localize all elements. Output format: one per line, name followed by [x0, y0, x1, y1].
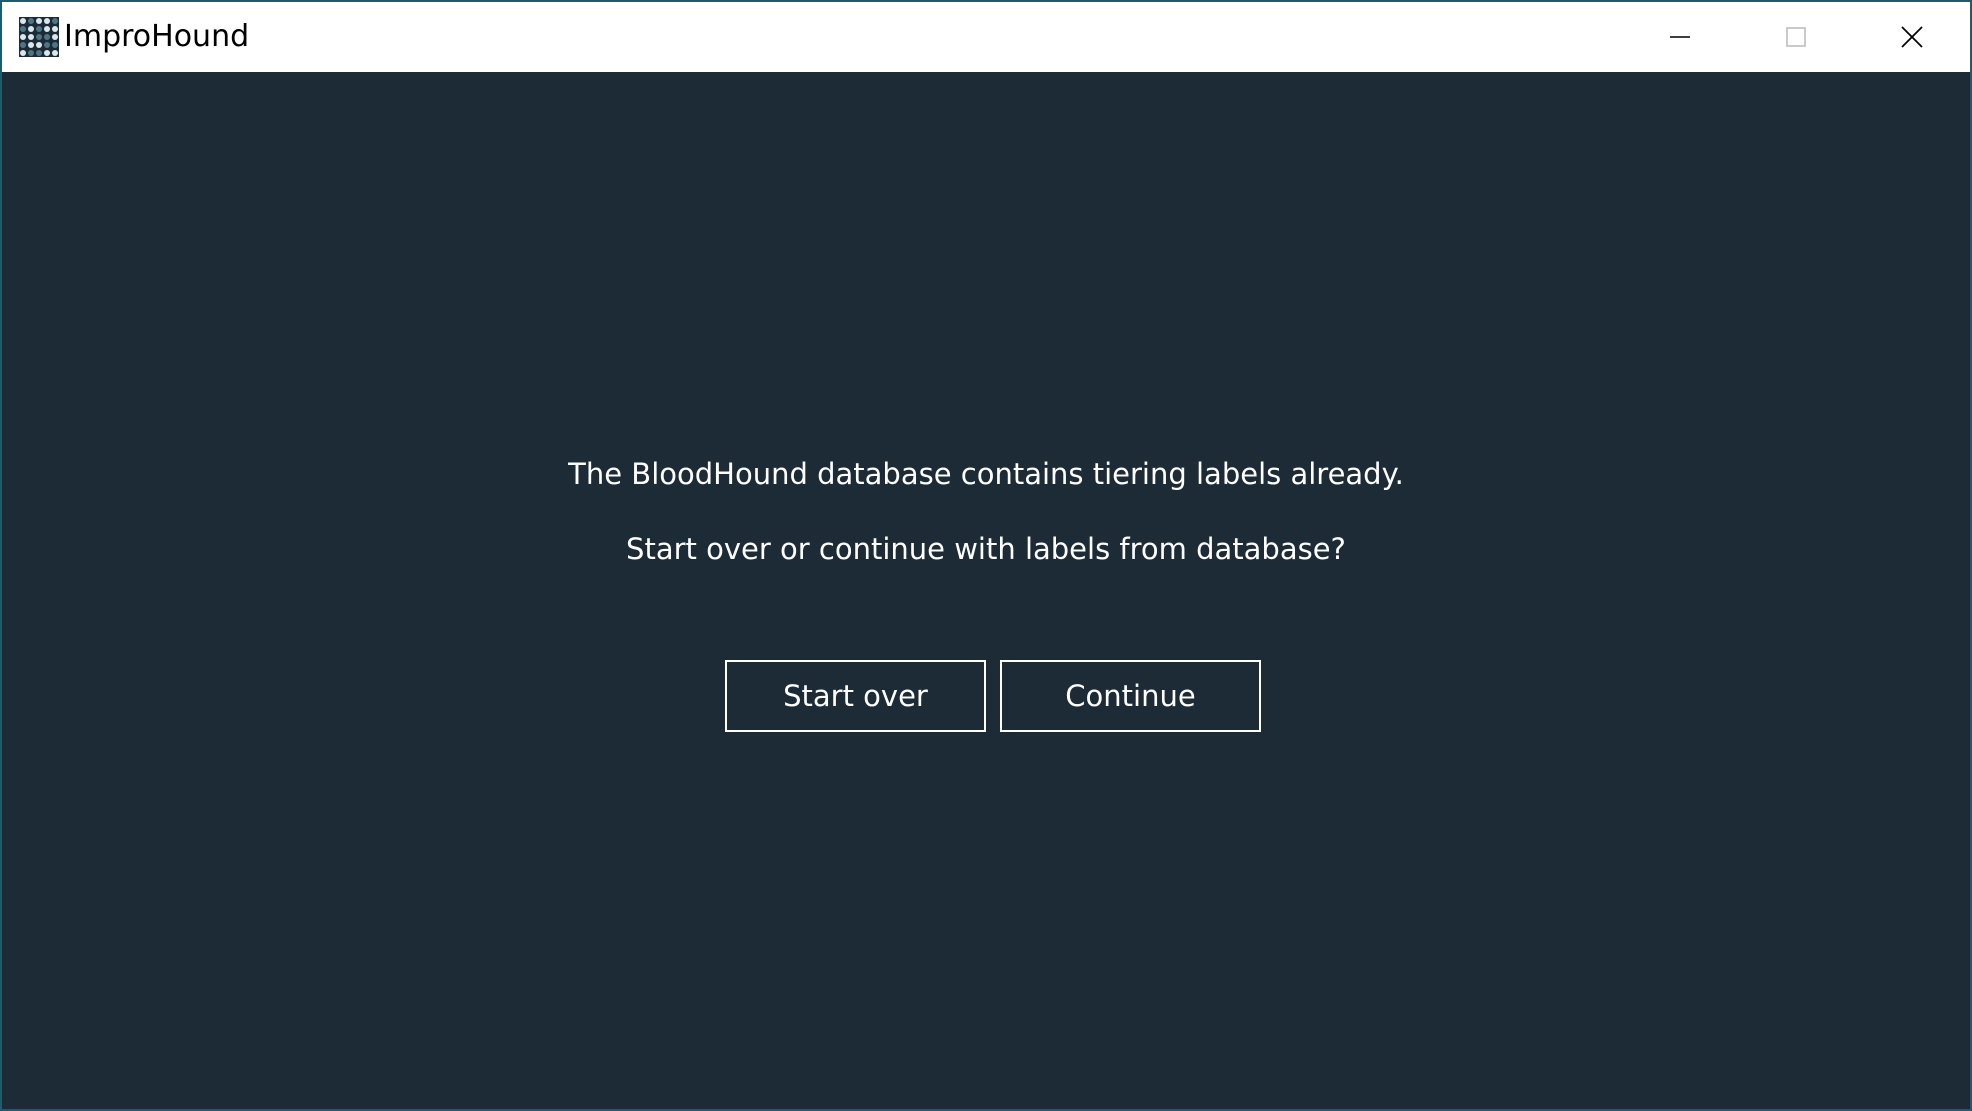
dialog-message-line2: Start over or continue with labels from … [626, 532, 1346, 566]
main-content: The BloodHound database contains tiering… [2, 72, 1970, 1109]
dialog-message-line1: The BloodHound database contains tiering… [568, 457, 1404, 491]
close-icon [1901, 26, 1923, 48]
continue-button[interactable]: Continue [1000, 660, 1261, 732]
maximize-button[interactable] [1738, 2, 1854, 72]
start-over-button[interactable]: Start over [725, 660, 986, 732]
title-bar[interactable]: ImproHound [2, 2, 1970, 72]
maximize-icon [1786, 27, 1806, 47]
minimize-icon [1670, 36, 1690, 38]
close-button[interactable] [1854, 2, 1970, 72]
app-window: ImproHound The BloodHound database conta… [0, 0, 1972, 1111]
minimize-button[interactable] [1622, 2, 1738, 72]
window-title: ImproHound [64, 19, 250, 54]
app-logo-icon [19, 17, 59, 57]
